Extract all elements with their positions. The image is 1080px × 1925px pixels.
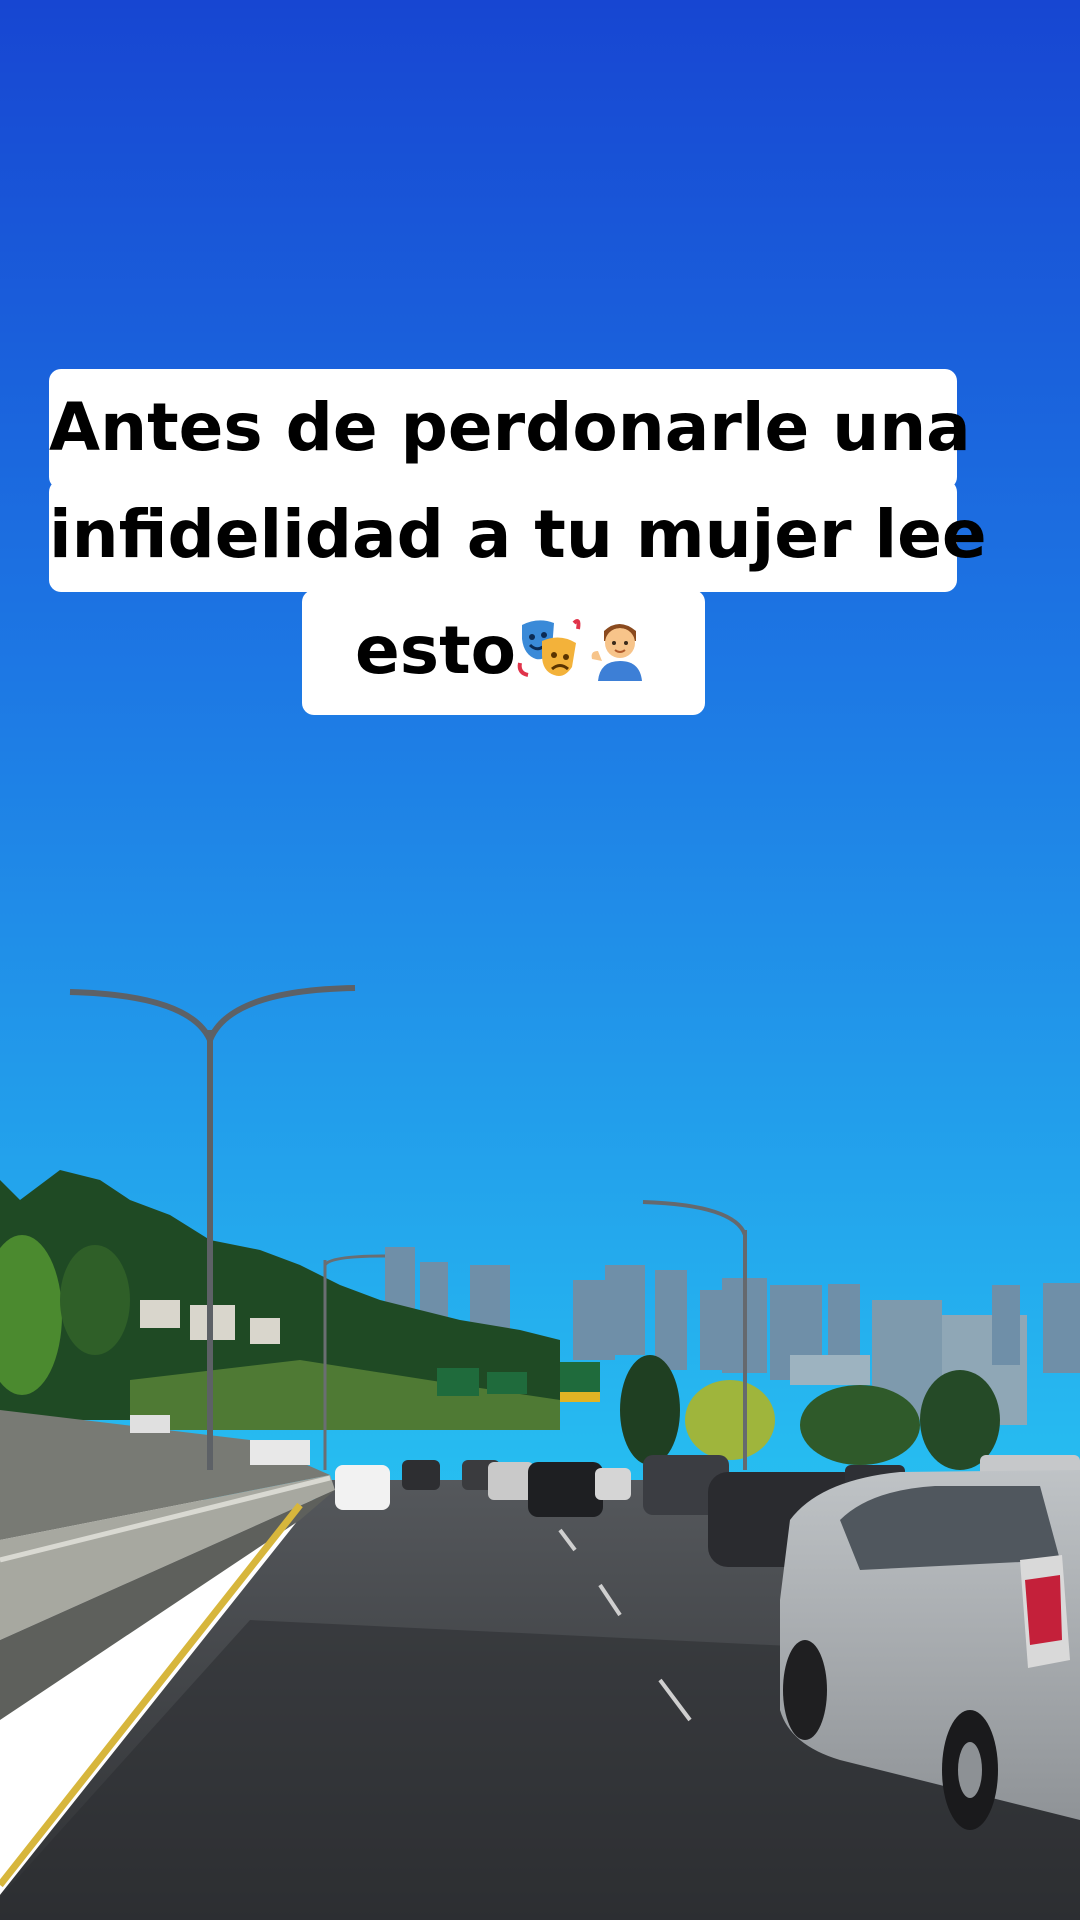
- caption-line-3: esto: [302, 590, 705, 715]
- caption-text-1: Antes de perdonarle una: [49, 389, 971, 466]
- man-tipping-hand-icon: [591, 623, 642, 681]
- photo-background: [0, 0, 1080, 1920]
- highway-city-scene: [0, 0, 1080, 1920]
- caption-text-2: infidelidad a tu mujer lee: [49, 496, 987, 573]
- caption-text-3: esto: [355, 612, 516, 689]
- caption-line-2: infidelidad a tu mujer lee: [49, 480, 987, 592]
- caption-line-1: Antes de perdonarle una: [49, 369, 971, 489]
- performing-arts-icon: [517, 618, 581, 677]
